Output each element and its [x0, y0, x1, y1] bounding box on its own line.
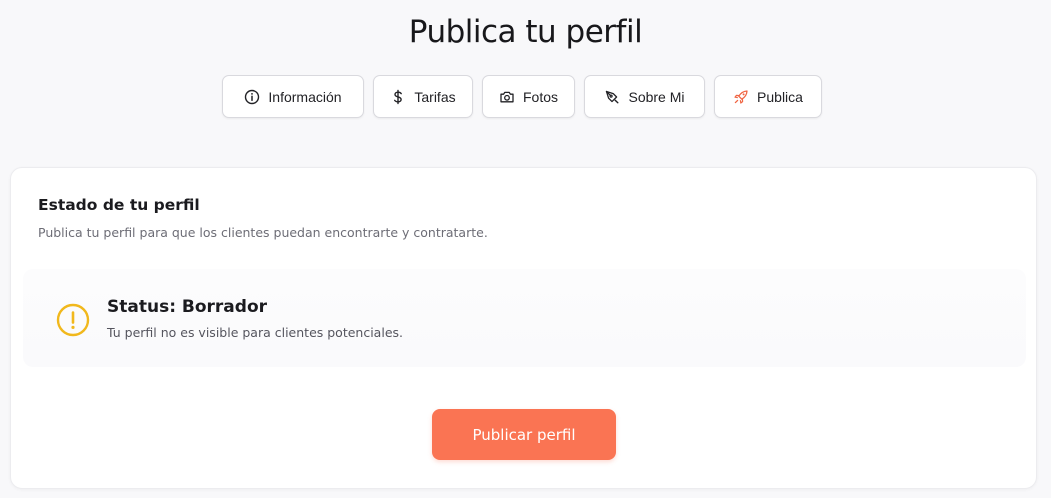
publish-profile-page: Publica tu perfil Información Tarifas Fo…	[0, 0, 1051, 498]
profile-status-card: Estado de tu perfil Publica tu perfil pa…	[10, 167, 1037, 489]
tab-label: Publica	[757, 88, 803, 105]
tab-sobre-mi[interactable]: Sobre Mi	[584, 75, 705, 118]
tab-fotos[interactable]: Fotos	[482, 75, 575, 118]
info-circle-icon	[244, 89, 260, 105]
alert-circle-icon	[56, 303, 90, 337]
status-heading: Status: Borrador	[107, 297, 268, 317]
tab-publica[interactable]: Publica	[714, 75, 822, 118]
page-title: Publica tu perfil	[408, 14, 643, 50]
pen-nib-icon	[604, 89, 620, 105]
card-subtitle: Publica tu perfil para que los clientes …	[38, 225, 488, 240]
status-description: Tu perfil no es visible para clientes po…	[107, 325, 403, 340]
profile-steps-tabs: Información Tarifas Fotos Sobre Mi Publi…	[222, 75, 822, 118]
status-panel: Status: Borrador Tu perfil no es visible…	[23, 269, 1026, 367]
tab-label: Sobre Mi	[628, 88, 685, 105]
tab-label: Información	[268, 88, 342, 105]
rocket-icon	[733, 89, 749, 105]
tab-informacion[interactable]: Información	[222, 75, 364, 118]
tab-label: Fotos	[522, 88, 558, 105]
camera-icon	[499, 89, 515, 105]
publish-profile-button[interactable]: Publicar perfil	[432, 409, 616, 460]
tab-tarifas[interactable]: Tarifas	[373, 75, 473, 118]
tab-label: Tarifas	[414, 88, 456, 105]
card-title: Estado de tu perfil	[38, 196, 200, 214]
dollar-icon	[390, 89, 406, 105]
